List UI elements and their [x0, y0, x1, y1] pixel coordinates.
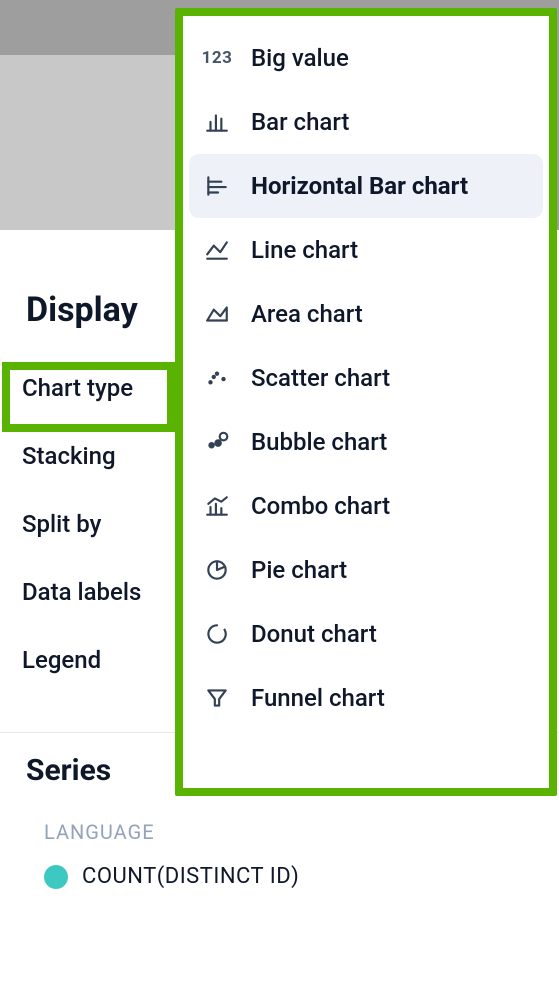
- chart-type-option-bar[interactable]: Bar chart: [189, 90, 543, 154]
- hbar-icon: [201, 174, 233, 198]
- chart-type-dropdown: 123 Big value Bar chart Horizontal Bar char…: [175, 8, 557, 796]
- chart-type-option-label: Horizontal Bar chart: [251, 172, 468, 200]
- donut-icon: [201, 622, 233, 646]
- background-strip: [0, 55, 180, 230]
- scatter-icon: [201, 366, 233, 390]
- chart-type-option-funnel[interactable]: Funnel chart: [189, 666, 543, 730]
- chart-type-option-combo[interactable]: Combo chart: [189, 474, 543, 538]
- series-value: COUNT(DISTINCT ID): [82, 864, 299, 889]
- chart-type-option-label: Area chart: [251, 300, 363, 328]
- chart-type-option-label: Big value: [251, 44, 349, 72]
- combo-icon: [201, 494, 233, 518]
- series-color-swatch[interactable]: [44, 865, 68, 889]
- pie-icon: [201, 558, 233, 582]
- chart-type-option-donut[interactable]: Donut chart: [189, 602, 543, 666]
- chart-type-option-pie[interactable]: Pie chart: [189, 538, 543, 602]
- chart-type-option-label: Funnel chart: [251, 684, 385, 712]
- chart-type-option-area[interactable]: Area chart: [189, 282, 543, 346]
- chart-type-option-label: Pie chart: [251, 556, 347, 584]
- chart-type-option-label: Donut chart: [251, 620, 377, 648]
- series-body: LANGUAGE COUNT(DISTINCT ID): [0, 800, 559, 889]
- chart-type-option-label: Bubble chart: [251, 428, 387, 456]
- area-icon: [201, 302, 233, 326]
- series-section-title: Series: [26, 753, 111, 788]
- chart-type-option-label: Bar chart: [251, 108, 349, 136]
- chart-type-option-label: Scatter chart: [251, 364, 390, 392]
- chart-type-option-scatter[interactable]: Scatter chart: [189, 346, 543, 410]
- chart-type-option-label: Combo chart: [251, 492, 390, 520]
- bubble-icon: [201, 430, 233, 454]
- line-icon: [201, 238, 233, 262]
- series-group-label: LANGUAGE: [44, 820, 533, 844]
- chart-type-option-big-value[interactable]: 123 Big value: [189, 26, 543, 90]
- big-value-icon: 123: [201, 46, 233, 70]
- chart-type-option-line[interactable]: Line chart: [189, 218, 543, 282]
- bar-icon: [201, 110, 233, 134]
- funnel-icon: [201, 686, 233, 710]
- chart-type-option-label: Line chart: [251, 236, 358, 264]
- series-row[interactable]: COUNT(DISTINCT ID): [44, 864, 533, 889]
- chart-type-option-hbar[interactable]: Horizontal Bar chart: [189, 154, 543, 218]
- chart-type-option-bubble[interactable]: Bubble chart: [189, 410, 543, 474]
